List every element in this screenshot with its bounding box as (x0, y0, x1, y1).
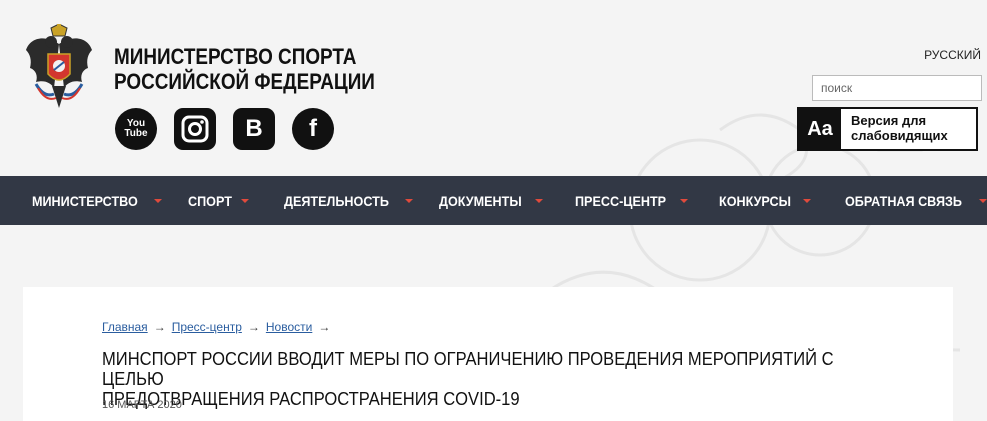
chevron-down-icon (240, 198, 249, 203)
youtube-icon-line2: Tube (124, 128, 148, 139)
search-input[interactable] (812, 75, 982, 101)
nav-item-label: ОБРАТНАЯ СВЯЗЬ (845, 192, 962, 209)
nav-item-ministry[interactable]: МИНИСТЕРСТВО (32, 176, 162, 225)
accessibility-label-line2: слабовидящих (851, 128, 948, 143)
font-size-icon: Aa (799, 109, 841, 149)
nav-item-label: ДОКУМЕНТЫ (439, 192, 522, 209)
arrow-right-icon: → (247, 320, 260, 334)
ministry-title[interactable]: МИНИСТЕРСТВО СПОРТА РОССИЙСКОЙ ФЕДЕРАЦИИ (114, 44, 375, 94)
breadcrumb: Главная → Пресс-центр → Новости → (102, 320, 336, 334)
chevron-down-icon (534, 198, 543, 203)
nav-item-feedback[interactable]: ОБРАТНАЯ СВЯЗЬ (845, 176, 987, 225)
arrow-right-icon: → (153, 320, 166, 334)
ministry-title-line1: МИНИСТЕРСТВО СПОРТА (114, 44, 357, 69)
coat-of-arms-logo-icon[interactable] (24, 24, 94, 110)
chevron-down-icon (404, 198, 413, 203)
nav-item-label: ДЕЯТЕЛЬНОСТЬ (284, 192, 389, 209)
accessibility-label: Версия для слабовидящих (841, 109, 948, 149)
instagram-link[interactable] (174, 108, 216, 150)
article-date: 16 МАРТА 2020 (102, 399, 182, 411)
accessibility-label-line1: Версия для (851, 113, 927, 128)
site-header: МИНИСТЕРСТВО СПОРТА РОССИЙСКОЙ ФЕДЕРАЦИИ… (0, 0, 987, 176)
language-switch[interactable]: РУССКИЙ (924, 48, 981, 62)
article-card: Главная → Пресс-центр → Новости → МИНСПО… (23, 287, 953, 421)
youtube-icon: You Tube (124, 119, 147, 139)
breadcrumb-home-link[interactable]: Главная (102, 320, 148, 334)
nav-item-contests[interactable]: КОНКУРСЫ (719, 176, 811, 225)
chevron-down-icon (153, 198, 162, 203)
accessibility-version-button[interactable]: Aa Версия для слабовидящих (797, 107, 978, 151)
facebook-link[interactable]: f (292, 108, 334, 150)
chevron-down-icon (978, 198, 987, 203)
breadcrumb-press-center-link[interactable]: Пресс-центр (172, 320, 242, 334)
vk-icon: B (245, 115, 263, 142)
youtube-link[interactable]: You Tube (115, 108, 157, 150)
nav-item-press-center[interactable]: ПРЕСС-ЦЕНТР (575, 176, 689, 225)
article-title-line1: МИНСПОРТ РОССИИ ВВОДИТ МЕРЫ ПО ОГРАНИЧЕН… (102, 349, 834, 389)
ministry-title-line2: РОССИЙСКОЙ ФЕДЕРАЦИИ (114, 69, 375, 94)
nav-item-label: КОНКУРСЫ (719, 192, 791, 209)
nav-item-label: МИНИСТЕРСТВО (32, 192, 138, 209)
breadcrumb-news-link[interactable]: Новости (266, 320, 312, 334)
vk-link[interactable]: B (233, 108, 275, 150)
nav-item-label: СПОРТ (188, 192, 232, 209)
arrow-right-icon: → (318, 320, 331, 334)
article-title: МИНСПОРТ РОССИИ ВВОДИТ МЕРЫ ПО ОГРАНИЧЕН… (102, 349, 875, 409)
facebook-icon: f (309, 115, 317, 142)
main-nav: МИНИСТЕРСТВО СПОРТ ДЕЯТЕЛЬНОСТЬ ДОКУМЕНТ… (0, 176, 987, 225)
instagram-icon (181, 115, 209, 143)
social-links: You Tube B f (115, 108, 334, 150)
chevron-down-icon (802, 198, 811, 203)
nav-item-sport[interactable]: СПОРТ (188, 176, 249, 225)
nav-item-label: ПРЕСС-ЦЕНТР (575, 192, 667, 209)
article-title-line2: ПРЕДОТВРАЩЕНИЯ РАСПРОСТРАНЕНИЯ COVID-19 (102, 389, 520, 409)
chevron-down-icon (680, 198, 689, 203)
nav-item-documents[interactable]: ДОКУМЕНТЫ (439, 176, 543, 225)
nav-item-activity[interactable]: ДЕЯТЕЛЬНОСТЬ (284, 176, 413, 225)
